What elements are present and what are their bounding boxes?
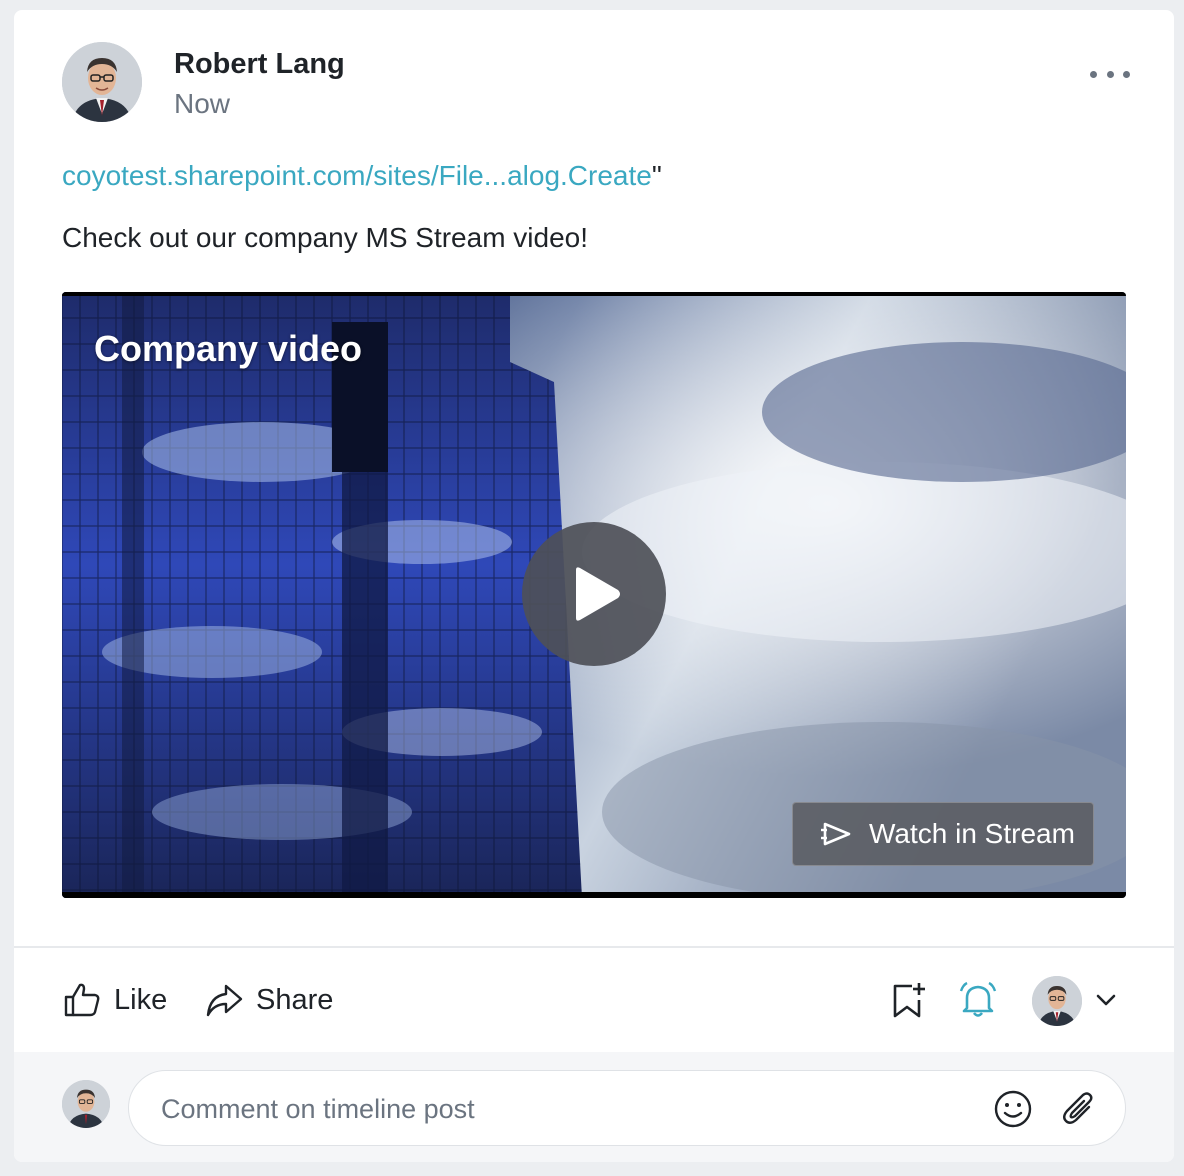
- share-icon: [206, 984, 243, 1017]
- commenter-avatar: [62, 1080, 110, 1128]
- sharepoint-link[interactable]: coyotest.sharepoint.com/sites/File...alo…: [62, 160, 652, 191]
- emoji-icon: [994, 1090, 1032, 1128]
- thumbs-up-icon: [64, 983, 100, 1017]
- video-title: Company video: [94, 328, 363, 369]
- more-icon: [1090, 70, 1097, 78]
- follow-notifications-button[interactable]: [956, 978, 1000, 1022]
- bell-icon: [959, 981, 997, 1017]
- post-timestamp: Now: [174, 88, 231, 119]
- bookmark-add-icon: [893, 983, 925, 1018]
- chevron-down-icon: [1096, 994, 1116, 1006]
- post-link-line: coyotest.sharepoint.com/sites/File...alo…: [62, 160, 662, 192]
- like-button[interactable]: Like: [62, 978, 167, 1022]
- more-icon: [1123, 70, 1130, 78]
- watch-in-stream-label: Watch in Stream: [869, 818, 1075, 849]
- comment-input[interactable]: [161, 1089, 941, 1129]
- author-avatar[interactable]: [62, 42, 142, 122]
- link-suffix: ": [651, 160, 662, 191]
- share-button[interactable]: Share: [204, 978, 333, 1022]
- video-embed[interactable]: Company video Watch in Stream: [62, 292, 1126, 898]
- watch-in-stream-button[interactable]: Watch in Stream: [792, 802, 1094, 866]
- comment-section: [14, 1052, 1174, 1162]
- more-options-button[interactable]: [1090, 64, 1130, 84]
- post-as-dropdown[interactable]: [1094, 988, 1118, 1012]
- comment-box: [128, 1070, 1126, 1146]
- share-label: Share: [256, 983, 334, 1016]
- like-label: Like: [114, 983, 168, 1016]
- emoji-button[interactable]: [991, 1087, 1035, 1131]
- post-body-text: Check out our company MS Stream video!: [62, 222, 589, 253]
- bookmark-add-button[interactable]: [886, 978, 930, 1022]
- author-name[interactable]: Robert Lang: [174, 48, 345, 81]
- actions-divider: [14, 946, 1174, 948]
- timeline-post-card: Robert Lang Now coyotest.sharepoint.com/…: [14, 10, 1174, 1162]
- current-user-avatar[interactable]: [1032, 976, 1082, 1026]
- play-icon: [576, 567, 620, 621]
- paperclip-icon: [1063, 1092, 1093, 1124]
- stream-icon: [821, 822, 851, 846]
- attach-button[interactable]: [1057, 1087, 1101, 1131]
- play-button[interactable]: [522, 522, 666, 666]
- more-icon: [1106, 70, 1114, 78]
